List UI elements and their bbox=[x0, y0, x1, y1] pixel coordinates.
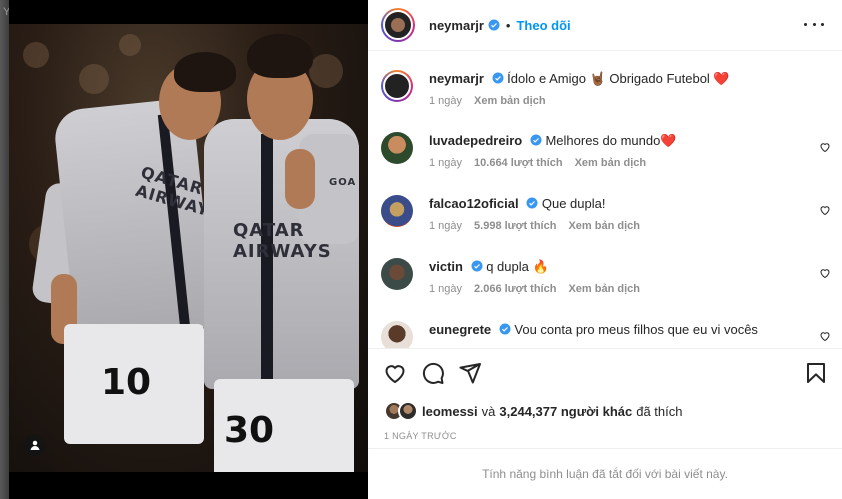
comment-time[interactable]: 1 ngày bbox=[429, 157, 462, 169]
comment-row: victin q dupla 🔥 1 ngày 2.066 lượt thích X… bbox=[381, 258, 831, 298]
verified-badge-icon bbox=[492, 72, 504, 84]
caption-row: neymarjr Ídolo e Amigo 🤘🏾 Obrigado Futeb… bbox=[381, 70, 831, 110]
comment-username[interactable]: victin bbox=[429, 259, 463, 274]
number-left: 10 bbox=[101, 362, 152, 403]
heart-icon[interactable] bbox=[383, 361, 407, 385]
verified-badge-icon bbox=[499, 323, 511, 335]
caption-username[interactable]: neymarjr bbox=[429, 71, 484, 86]
number-right: 30 bbox=[224, 410, 275, 451]
post-date[interactable]: 1 NGÀY TRƯỚC bbox=[384, 431, 457, 441]
comment-avatar[interactable] bbox=[381, 132, 413, 164]
verified-badge-icon bbox=[488, 19, 500, 31]
comment-username[interactable]: falcao12oficial bbox=[429, 196, 519, 211]
header-separator: • bbox=[505, 17, 511, 33]
comment-row: luvadepedreiro Melhores do mundo❤️ 1 ngà… bbox=[381, 132, 831, 172]
author-username[interactable]: neymarjr bbox=[429, 18, 484, 33]
comment-icon[interactable] bbox=[421, 361, 445, 385]
sponsor-right: QATAR AIRWAYS bbox=[233, 220, 332, 262]
comment-translate[interactable]: Xem bản dịch bbox=[568, 220, 640, 232]
comment-likes[interactable]: 2.066 lượt thích bbox=[474, 283, 556, 295]
comment-like-icon[interactable] bbox=[819, 267, 831, 279]
comment-avatar[interactable] bbox=[381, 321, 413, 348]
comment-time[interactable]: 1 ngày bbox=[429, 283, 462, 295]
photo-scene: QATAR AIRWAYS 10 QATAR AIRWAYS GOA 30 bbox=[9, 24, 368, 472]
caption-text: Ídolo e Amigo 🤘🏾 Obrigado Futebol ❤️ bbox=[507, 71, 730, 86]
comment-translate[interactable]: Xem bản dịch bbox=[575, 157, 647, 169]
comment-username[interactable]: luvadepedreiro bbox=[429, 133, 522, 148]
bookmark-icon[interactable] bbox=[804, 361, 828, 385]
follow-button[interactable]: Theo dõi bbox=[516, 18, 570, 33]
post-photo[interactable]: QATAR AIRWAYS 10 QATAR AIRWAYS GOA 30 bbox=[9, 0, 368, 499]
comment-row: eunegrete Vou conta pro meus filhos que … bbox=[381, 321, 831, 348]
post-modal: QATAR AIRWAYS 10 QATAR AIRWAYS GOA 30 ne… bbox=[9, 0, 842, 499]
post-panel: neymarjr • Theo dõi neymarjr Ídolo e Ami… bbox=[368, 0, 842, 499]
comments-disabled-notice: Tính năng bình luận đã tắt đối với bài v… bbox=[368, 448, 842, 499]
likes-summary: leomessi và 3,244,377 người khác đã thíc… bbox=[384, 401, 683, 421]
post-header: neymarjr • Theo dõi bbox=[368, 0, 842, 51]
comment-like-icon[interactable] bbox=[819, 330, 831, 342]
comment-text: q dupla 🔥 bbox=[486, 259, 549, 274]
comment-text: Que dupla! bbox=[541, 196, 606, 211]
author-avatar[interactable] bbox=[381, 8, 415, 42]
comment-translate[interactable]: Xem bản dịch bbox=[568, 283, 640, 295]
paper-plane-icon[interactable] bbox=[458, 361, 482, 385]
comment-time[interactable]: 1 ngày bbox=[429, 220, 462, 232]
brand-right: GOA bbox=[329, 177, 357, 188]
comment-likes[interactable]: 5.998 lượt thích bbox=[474, 220, 556, 232]
likers-avatars[interactable] bbox=[384, 401, 422, 421]
comment-like-icon[interactable] bbox=[819, 141, 831, 153]
verified-badge-icon bbox=[530, 134, 542, 146]
likes-connector: và bbox=[481, 403, 496, 419]
caption-time[interactable]: 1 ngày bbox=[429, 95, 462, 107]
likes-count[interactable]: 3,244,377 người khác bbox=[499, 404, 632, 419]
comment-avatar[interactable] bbox=[381, 195, 413, 227]
comment-avatar[interactable] bbox=[381, 258, 413, 290]
caption-avatar[interactable] bbox=[381, 70, 413, 102]
comment-like-icon[interactable] bbox=[819, 204, 831, 216]
comment-text: Melhores do mundo❤️ bbox=[545, 133, 677, 148]
verified-badge-icon bbox=[526, 197, 538, 209]
comment-likes[interactable]: 10.664 lượt thích bbox=[474, 157, 563, 169]
likes-suffix: đã thích bbox=[636, 403, 683, 419]
verified-badge-icon bbox=[471, 260, 483, 272]
liker-username[interactable]: leomessi bbox=[422, 404, 478, 419]
comments-list[interactable]: neymarjr Ídolo e Amigo 🤘🏾 Obrigado Futeb… bbox=[368, 52, 842, 348]
comment-row: falcao12oficial Que dupla! 1 ngày 5.998 l… bbox=[381, 195, 831, 235]
user-tag-icon[interactable] bbox=[24, 434, 46, 456]
comment-username[interactable]: eunegrete bbox=[429, 322, 491, 337]
caption-translate[interactable]: Xem bản dịch bbox=[474, 95, 546, 107]
more-options-icon[interactable] bbox=[804, 17, 824, 31]
comment-text: Vou conta pro meus filhos que eu vi você… bbox=[514, 322, 758, 337]
action-bar bbox=[368, 348, 842, 396]
